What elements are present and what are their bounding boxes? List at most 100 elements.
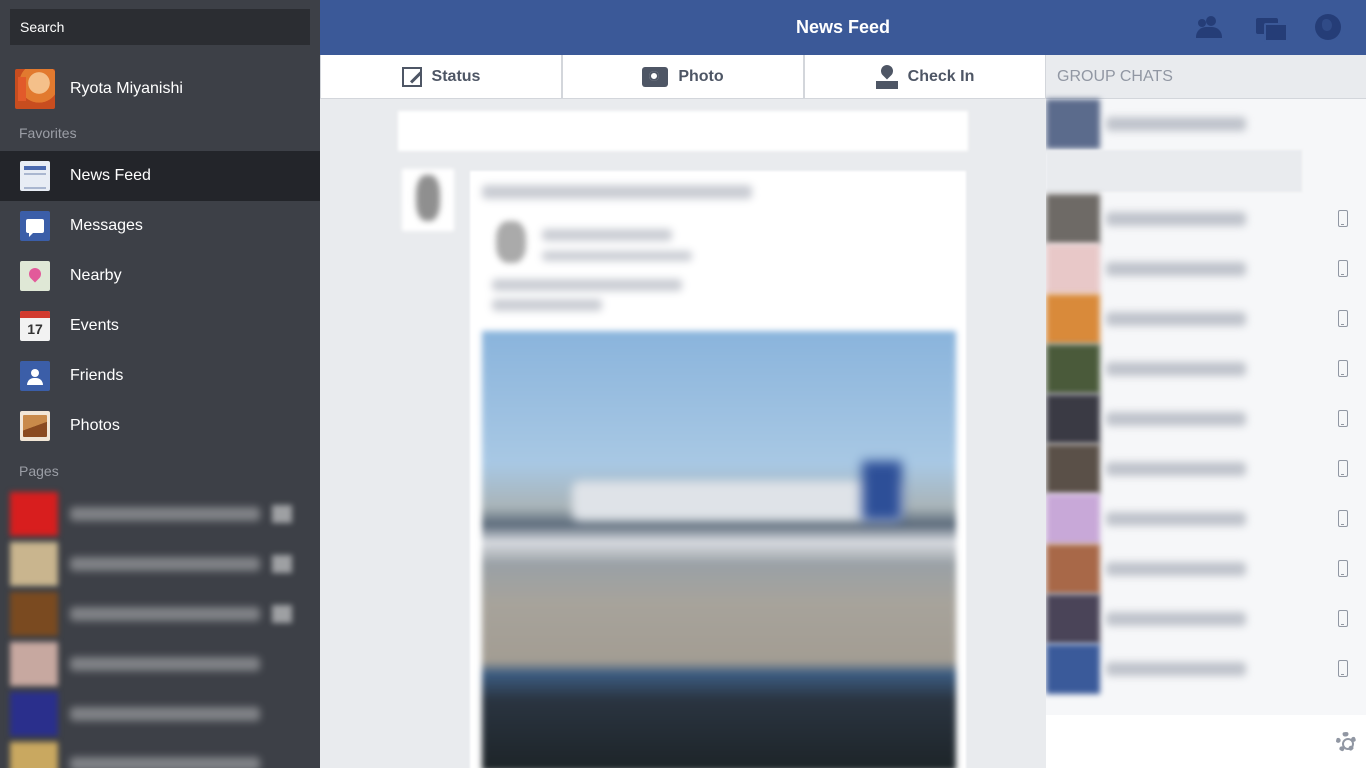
page-item[interactable] xyxy=(10,592,320,636)
sidebar-item-news-feed[interactable]: News Feed xyxy=(0,151,320,201)
sidebar-item-friends[interactable]: Friends xyxy=(0,351,320,401)
contact-name-blurred xyxy=(1106,362,1246,376)
chat-contact-row[interactable] xyxy=(1046,194,1366,244)
search-input[interactable] xyxy=(10,9,310,45)
composer-action-bar: Status Photo Check In xyxy=(320,55,1046,99)
page-item[interactable] xyxy=(10,642,320,686)
calendar-day-text: 17 xyxy=(27,321,43,337)
notifications-globe-icon[interactable] xyxy=(1314,14,1344,42)
left-sidebar: Ryota Miyanishi Favorites News Feed Mess… xyxy=(0,0,320,768)
page-name-blurred xyxy=(70,757,260,768)
news-feed[interactable] xyxy=(320,99,1046,768)
post-text-blurred xyxy=(492,299,602,311)
profile-name: Ryota Miyanishi xyxy=(70,80,183,97)
check-in-button[interactable]: Check In xyxy=(804,55,1046,98)
contact-avatar xyxy=(1046,444,1100,494)
mobile-phone-icon xyxy=(1338,610,1348,627)
page-thumbnail xyxy=(10,742,58,768)
gear-icon[interactable] xyxy=(1336,732,1356,752)
sidebar-item-label: News Feed xyxy=(70,167,151,184)
pages-label: Pages xyxy=(19,463,59,479)
sidebar-item-messages[interactable]: Messages xyxy=(0,201,320,251)
chat-contact-row[interactable] xyxy=(1046,444,1366,494)
photos-icon xyxy=(20,411,50,441)
page-thumbnail xyxy=(10,592,58,636)
sidebar-item-nearby[interactable]: Nearby xyxy=(0,251,320,301)
messages-icon[interactable] xyxy=(1254,14,1288,42)
feed-filter-blurred[interactable] xyxy=(398,111,968,151)
page-item[interactable] xyxy=(10,692,320,736)
contact-name-blurred xyxy=(1106,412,1246,426)
status-button[interactable]: Status xyxy=(320,55,562,98)
mobile-phone-icon xyxy=(1338,660,1348,677)
favorites-label: Favorites xyxy=(19,125,77,141)
chat-contact-row[interactable] xyxy=(1046,594,1366,644)
page-name-blurred xyxy=(70,507,260,521)
contact-name-blurred xyxy=(1106,562,1246,576)
status-button-label: Status xyxy=(431,67,481,85)
mobile-phone-icon xyxy=(1338,560,1348,577)
sidebar-item-label: Messages xyxy=(70,217,143,234)
contact-avatar xyxy=(1046,544,1100,594)
page-badge xyxy=(272,605,292,623)
page-name-blurred xyxy=(70,607,260,621)
post-card[interactable] xyxy=(470,171,966,768)
sidebar-item-label: Events xyxy=(70,317,119,334)
chat-contact-row[interactable] xyxy=(1046,494,1366,544)
post-photo-airport[interactable] xyxy=(482,331,956,768)
contact-avatar xyxy=(1046,644,1100,694)
page-thumbnail xyxy=(10,692,58,736)
mobile-phone-icon xyxy=(1338,210,1348,227)
mobile-phone-icon xyxy=(1338,260,1348,277)
check-in-button-label: Check In xyxy=(907,67,975,85)
photo-button[interactable]: Photo xyxy=(562,55,804,98)
contact-name-blurred xyxy=(1106,662,1246,676)
nearby-icon xyxy=(20,261,50,291)
post-author-avatar[interactable] xyxy=(402,169,454,231)
page-name-blurred xyxy=(70,707,260,721)
contact-name-blurred xyxy=(1106,312,1246,326)
sidebar-item-label: Nearby xyxy=(70,267,122,284)
contact-name-blurred xyxy=(1106,462,1246,476)
profile-link[interactable]: Ryota Miyanishi xyxy=(0,64,320,114)
contact-avatar xyxy=(1046,294,1100,344)
mobile-phone-icon xyxy=(1338,360,1348,377)
chat-sidebar: GROUP CHATS xyxy=(1046,55,1366,768)
post-author-blurred xyxy=(482,185,752,199)
contact-avatar xyxy=(1046,194,1100,244)
chat-contact-row[interactable] xyxy=(1046,99,1366,149)
page-item[interactable] xyxy=(10,542,320,586)
chat-contact-row[interactable] xyxy=(1046,394,1366,444)
contact-avatar xyxy=(1046,394,1100,444)
page-badge xyxy=(272,505,292,523)
sidebar-item-label: Photos xyxy=(70,417,120,434)
mobile-phone-icon xyxy=(1338,310,1348,327)
friend-requests-icon[interactable] xyxy=(1194,14,1224,42)
page-item[interactable] xyxy=(10,742,320,768)
chat-contact-row[interactable] xyxy=(1046,294,1366,344)
friends-icon xyxy=(20,361,50,391)
page-badge xyxy=(272,555,292,573)
sidebar-item-photos[interactable]: Photos xyxy=(0,401,320,451)
news-feed-icon xyxy=(20,161,50,191)
page-name-blurred xyxy=(70,557,260,571)
search-friends-bar[interactable] xyxy=(1046,715,1366,768)
edit-icon xyxy=(401,66,422,87)
chat-contact-row[interactable] xyxy=(1046,544,1366,594)
sidebar-item-events[interactable]: 17 Events xyxy=(0,301,320,351)
chat-contact-row[interactable] xyxy=(1046,644,1366,694)
mobile-phone-icon xyxy=(1338,510,1348,527)
contact-avatar xyxy=(1046,244,1100,294)
page-item[interactable] xyxy=(10,492,320,536)
avatar xyxy=(15,69,55,109)
sidebar-item-label: Friends xyxy=(70,367,124,384)
contact-name-blurred xyxy=(1106,262,1246,276)
chat-contact-row[interactable] xyxy=(1046,244,1366,294)
contact-name-blurred xyxy=(1106,212,1246,226)
chat-contact-row[interactable] xyxy=(1046,344,1366,394)
page-name-blurred xyxy=(70,657,260,671)
top-bar: News Feed xyxy=(320,0,1366,55)
contact-name-blurred xyxy=(1106,512,1246,526)
calendar-icon: 17 xyxy=(20,311,50,341)
shared-post-name-blurred xyxy=(542,229,672,241)
